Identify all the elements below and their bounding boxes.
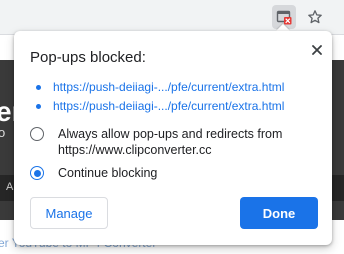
- option-always-allow-line2: https://www.clipconverter.cc: [58, 143, 212, 157]
- blocked-popup-item[interactable]: https://push-deiiagi-.../pfe/current/ext…: [30, 98, 284, 114]
- option-always-allow-line1: Always allow pop-ups and redirects from: [58, 127, 283, 141]
- bullet-icon: [36, 84, 41, 90]
- popups-blocked-dialog: Pop-ups blocked: https://push-deiiagi-..…: [14, 31, 332, 245]
- bookmark-star-icon[interactable]: [303, 5, 327, 29]
- option-continue-blocking-label: Continue blocking: [58, 166, 158, 180]
- close-icon[interactable]: [306, 39, 328, 61]
- manage-button[interactable]: Manage: [30, 197, 108, 229]
- page-subtext-fragment: o: [0, 125, 6, 140]
- blocked-popup-link[interactable]: https://push-deiiagi-.../pfe/current/ext…: [53, 80, 284, 94]
- browser-toolbar: [0, 0, 344, 35]
- option-always-allow-label: Always allow pop-ups and redirects from …: [58, 126, 282, 158]
- blocked-popup-link[interactable]: https://push-deiiagi-.../pfe/current/ext…: [53, 99, 284, 113]
- radio-continue-blocking[interactable]: [30, 166, 44, 180]
- bullet-icon: [36, 103, 41, 109]
- done-button[interactable]: Done: [240, 197, 318, 229]
- blocked-popup-item[interactable]: https://push-deiiagi-.../pfe/current/ext…: [30, 79, 284, 95]
- dialog-title: Pop-ups blocked:: [30, 49, 146, 66]
- radio-always-allow[interactable]: [30, 127, 44, 141]
- page-strip-text: A: [6, 181, 14, 193]
